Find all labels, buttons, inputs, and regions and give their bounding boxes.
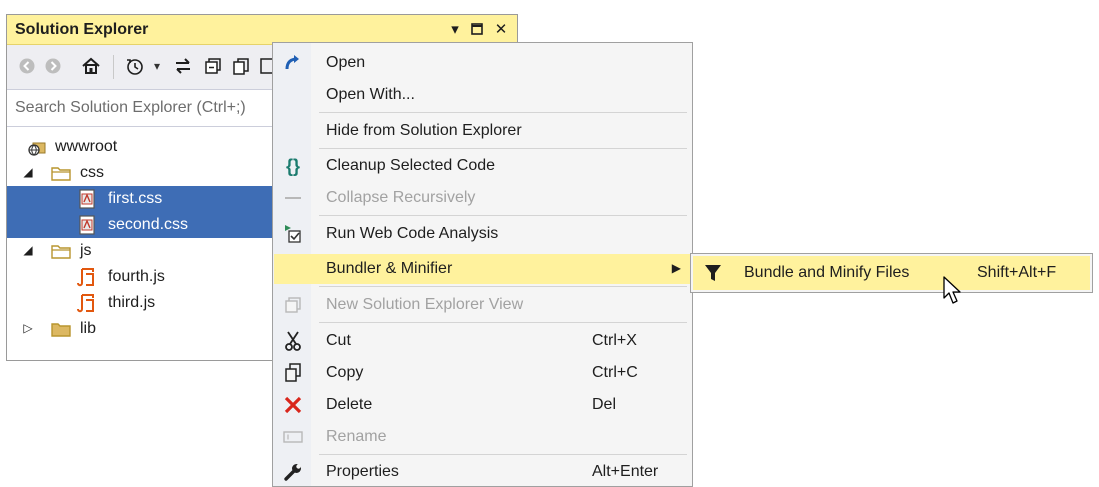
js-file-icon	[77, 268, 94, 287]
js-file-icon	[77, 294, 94, 313]
submenu-arrow-icon: ▶	[671, 261, 681, 275]
open-arrow-icon	[280, 51, 306, 75]
menu-separator	[319, 454, 687, 455]
folder-icon	[51, 245, 71, 259]
css-file-icon	[79, 215, 95, 235]
copy-icon	[280, 361, 306, 385]
new-view-icon	[280, 293, 306, 317]
menu-item-label: Collapse Recursively	[326, 189, 476, 206]
menu-item-rename[interactable]: Rename	[274, 422, 691, 452]
back-icon[interactable]	[15, 54, 39, 78]
dash-icon	[280, 186, 306, 210]
dropdown-icon[interactable]: ▾	[145, 54, 169, 78]
menu-separator	[319, 148, 687, 149]
menu-item-shortcut: Ctrl+C	[592, 364, 638, 381]
globe-folder-icon	[28, 142, 46, 156]
tree-item-label: lib	[80, 320, 97, 337]
bundler-minifier-submenu: Bundle and Minify Files Shift+Alt+F	[690, 253, 1093, 293]
menu-item-cut[interactable]: Cut Ctrl+X	[274, 326, 691, 356]
menu-item-label: Open	[326, 54, 366, 71]
collapse-all-icon[interactable]	[201, 54, 225, 78]
menu-item-label: Hide from Solution Explorer	[326, 122, 522, 139]
braces-icon: {}	[285, 155, 300, 176]
menu-item-label: Rename	[326, 428, 387, 445]
menu-item-collapse-recursively[interactable]: Collapse Recursively	[274, 183, 691, 213]
solution-explorer-title-bar[interactable]: Solution Explorer ▾ ✕	[7, 15, 517, 45]
forward-icon[interactable]	[41, 54, 65, 78]
close-icon[interactable]: ✕	[491, 19, 511, 39]
menu-item-new-solution-explorer-view[interactable]: New Solution Explorer View	[274, 290, 691, 320]
history-icon[interactable]	[123, 54, 147, 78]
code-analysis-icon	[280, 222, 306, 246]
menu-item-label: Properties	[326, 463, 399, 480]
tree-item-label: third.js	[108, 294, 156, 311]
menu-item-shortcut: Del	[592, 396, 617, 413]
menu-item-open-with[interactable]: Open With...	[274, 80, 691, 110]
expanded-arrow-icon[interactable]: ◢	[21, 165, 35, 179]
copy-icon[interactable]	[229, 54, 253, 78]
menu-item-cleanup-selected-code[interactable]: {} Cleanup Selected Code	[274, 151, 691, 181]
menu-item-shortcut: Ctrl+X	[592, 332, 637, 349]
css-file-icon	[79, 189, 95, 209]
scissors-icon	[280, 329, 306, 353]
dropdown-icon[interactable]: ▾	[445, 19, 465, 39]
sync-icon[interactable]	[171, 54, 195, 78]
menu-item-label: Cut	[326, 332, 351, 349]
menu-item-delete[interactable]: Delete Del	[274, 390, 691, 420]
menu-item-label: Delete	[326, 396, 373, 413]
toolbar-separator	[113, 55, 114, 79]
mouse-cursor-icon	[943, 276, 961, 304]
collapsed-arrow-icon[interactable]: ▷	[21, 321, 35, 335]
tree-item-label: wwwroot	[55, 138, 118, 155]
folder-icon	[51, 167, 71, 181]
tree-item-label: js	[80, 242, 92, 259]
tree-item-label: css	[80, 164, 104, 181]
menu-item-label: Bundler & Minifier	[326, 260, 453, 277]
funnel-icon	[705, 265, 721, 281]
home-icon[interactable]	[79, 54, 103, 78]
menu-item-hide-from-solution-explorer[interactable]: Hide from Solution Explorer	[274, 116, 691, 146]
menu-separator	[319, 112, 687, 113]
wrench-icon	[280, 460, 306, 484]
delete-x-icon	[280, 393, 306, 417]
menu-item-label: Bundle and Minify Files	[744, 264, 910, 281]
panel-title: Solution Explorer	[15, 21, 149, 38]
menu-item-label: Run Web Code Analysis	[326, 225, 499, 242]
menu-separator	[319, 215, 687, 216]
menu-item-shortcut: Alt+Enter	[592, 463, 659, 480]
tree-item-label: second.css	[108, 216, 189, 233]
menu-separator	[319, 322, 687, 323]
menu-item-label: Copy	[326, 364, 364, 381]
maximize-icon[interactable]	[467, 19, 487, 39]
menu-item-bundler-minifier[interactable]: Bundler & Minifier ▶	[274, 254, 691, 284]
menu-item-copy[interactable]: Copy Ctrl+C	[274, 358, 691, 388]
folder-icon	[51, 323, 71, 337]
menu-separator	[319, 286, 687, 287]
menu-item-label: Open With...	[326, 86, 415, 103]
tree-item-label: first.css	[108, 190, 163, 207]
menu-item-run-web-code-analysis[interactable]: Run Web Code Analysis	[274, 219, 691, 249]
menu-item-bundle-and-minify-files[interactable]: Bundle and Minify Files Shift+Alt+F	[693, 256, 1090, 290]
menu-item-label: Cleanup Selected Code	[326, 157, 496, 174]
menu-item-label: New Solution Explorer View	[326, 296, 524, 313]
rename-icon	[280, 425, 306, 449]
menu-item-properties[interactable]: Properties Alt+Enter	[274, 457, 691, 487]
menu-item-shortcut: Shift+Alt+F	[977, 264, 1057, 281]
search-input[interactable]	[15, 96, 295, 120]
menu-item-open[interactable]: Open	[274, 48, 691, 78]
context-menu: Open Open With... Hide from Solution Exp…	[272, 42, 693, 487]
tree-item-label: fourth.js	[108, 268, 165, 285]
expanded-arrow-icon[interactable]: ◢	[21, 243, 35, 257]
